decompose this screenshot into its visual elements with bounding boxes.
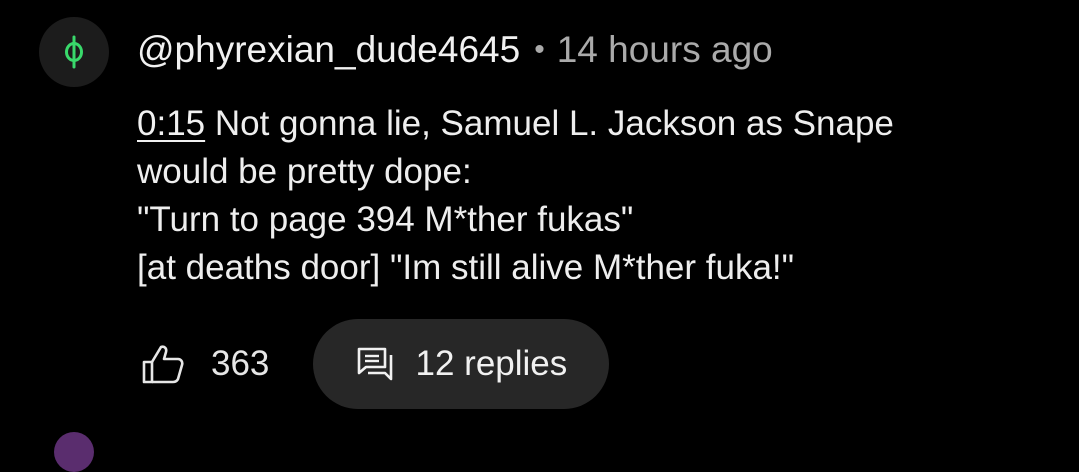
comment-line-4: [at deaths door] "Im still alive M*ther … [137, 248, 795, 287]
comment-line-3: "Turn to page 394 M*ther fukas" [137, 200, 634, 239]
avatar[interactable] [39, 17, 109, 87]
like-count: 363 [211, 344, 270, 383]
author-handle[interactable]: @phyrexian_dude4645 [137, 29, 520, 71]
separator-dot: • [534, 33, 545, 66]
comment-actions: 363 12 replies [137, 319, 610, 409]
comment-time[interactable]: 14 hours ago [557, 29, 773, 71]
like-button[interactable] [137, 338, 189, 390]
phi-glyph-icon [65, 35, 83, 69]
comment-header: @phyrexian_dude4645 • 14 hours ago [137, 26, 773, 74]
replies-button[interactable]: 12 replies [313, 319, 610, 409]
comment-line-1-text: Not gonna lie, Samuel L. Jackson as Snap… [205, 104, 894, 143]
timestamp-link[interactable]: 0:15 [137, 104, 205, 143]
comment-line-1: 0:15 Not gonna lie, Samuel L. Jackson as… [137, 100, 1067, 148]
comment-text: 0:15 Not gonna lie, Samuel L. Jackson as… [137, 100, 1067, 292]
next-comment-avatar[interactable] [54, 432, 94, 472]
thumbs-up-icon [142, 345, 184, 384]
replies-icon [356, 344, 396, 384]
comment-line-2: would be pretty dope: [137, 152, 472, 191]
replies-label: 12 replies [415, 344, 568, 383]
